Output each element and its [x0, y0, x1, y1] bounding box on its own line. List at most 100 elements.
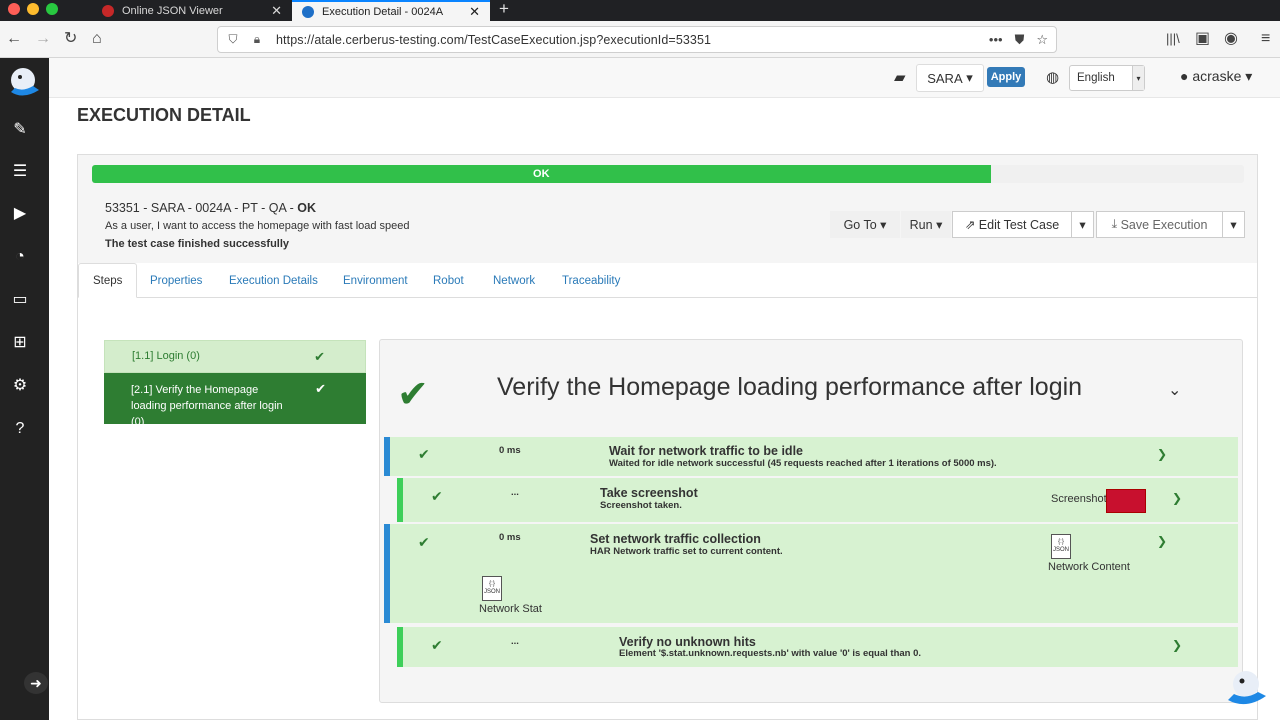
forward-arrow-icon[interactable]: →	[35, 30, 51, 48]
run-label: Run	[909, 217, 933, 232]
save-execution-button[interactable]: ⤓ Save Execution	[1096, 211, 1223, 238]
new-tab-button[interactable]: +	[499, 0, 509, 18]
step-list-item-active[interactable]: [2.1] Verify the Homepage loading perfor…	[104, 373, 366, 428]
check-icon: ✔	[431, 488, 443, 504]
app-header: ▰ SARA ▾ Apply ◍ English ▾ ● acraske ▾	[49, 58, 1280, 98]
folder-icon[interactable]: ▰	[894, 68, 906, 86]
collapse-sidebar-button[interactable]: ➜	[24, 672, 48, 694]
chevron-down-icon: ▾	[1230, 218, 1237, 232]
json-label: JSON	[483, 589, 500, 595]
run-button[interactable]: Run ▾	[901, 211, 951, 238]
browser-tab-json-viewer[interactable]: Online JSON Viewer ✕	[92, 0, 292, 21]
shield-icon[interactable]: ⛉	[224, 32, 242, 47]
check-icon: ✔	[431, 637, 443, 653]
menu-icon[interactable]: ≡	[1261, 30, 1270, 48]
tab-robot[interactable]: Robot	[433, 263, 464, 298]
url-bar[interactable]: ⛉ 🔒︎ https://atale.cerberus-testing.com/…	[217, 26, 1057, 53]
close-window-button[interactable]	[8, 3, 20, 15]
action-row[interactable]: ✔ ... Verify no unknown hits Element '$.…	[397, 627, 1238, 667]
chevron-down-icon[interactable]: ⌄	[1168, 380, 1181, 400]
step-title: Verify the Homepage loading performance …	[497, 373, 1083, 401]
system-select[interactable]: SARA ▾	[916, 64, 984, 92]
action-row[interactable]: ✔ 0 ms Set network traffic collection HA…	[384, 524, 1238, 623]
chevron-down-icon: ▾	[1079, 218, 1086, 232]
apply-button[interactable]: Apply	[987, 67, 1025, 87]
chevron-down-icon[interactable]: ❯	[1172, 491, 1182, 505]
minimize-window-button[interactable]	[27, 3, 39, 15]
bookmark-star-icon[interactable]: ☆	[1036, 32, 1048, 48]
reload-icon[interactable]: ↻	[64, 30, 77, 48]
save-dropdown-toggle[interactable]: ▾	[1222, 211, 1245, 238]
tab-environment[interactable]: Environment	[343, 263, 408, 298]
account-icon[interactable]: ◉	[1224, 30, 1238, 48]
edit-test-case-button[interactable]: ⇗ Edit Test Case	[952, 211, 1072, 238]
check-icon: ✔	[418, 446, 430, 462]
url-text[interactable]: https://atale.cerberus-testing.com/TestC…	[276, 33, 711, 47]
cerberus-icon	[302, 5, 314, 18]
database-icon[interactable]: ☰	[10, 162, 30, 182]
chevron-down-icon: ▾	[1132, 66, 1144, 90]
step-list: [1.1] Login (0) ✔ [2.1] Verify the Homep…	[104, 340, 366, 428]
browser-nav-bar: ← → ↻ ⌂ ⛉ 🔒︎ https://atale.cerberus-test…	[0, 21, 1280, 58]
network-content-link[interactable]: Network Content	[1048, 561, 1130, 573]
help-icon[interactable]: ?	[10, 419, 30, 439]
page-title: EXECUTION DETAIL	[77, 105, 251, 125]
close-icon[interactable]: ✕	[271, 3, 282, 19]
chevron-down-icon[interactable]: ❯	[1157, 447, 1167, 461]
more-icon[interactable]: •••	[989, 32, 1003, 48]
json-file-icon[interactable]: {:} JSON	[1051, 534, 1071, 559]
edit-dropdown-toggle[interactable]: ▾	[1071, 211, 1094, 238]
tab-network[interactable]: Network	[493, 263, 535, 298]
action-duration: 0 ms	[499, 532, 521, 543]
globe-icon[interactable]: ◍	[1046, 68, 1059, 86]
pocket-icon[interactable]: ⛊	[1015, 32, 1025, 48]
cerberus-mascot-icon[interactable]	[1222, 664, 1270, 708]
action-row[interactable]: ✔ 0 ms Wait for network traffic to be id…	[384, 437, 1238, 476]
detail-tabs: Steps Properties Execution Details Envir…	[78, 263, 1257, 298]
execution-summary: OK 53351 - SARA - 0024A - PT - QA - OK A…	[78, 155, 1257, 263]
language-select[interactable]: English ▾	[1069, 65, 1145, 91]
check-icon: ✔	[315, 381, 326, 396]
maximize-window-button[interactable]	[46, 3, 58, 15]
goto-button[interactable]: Go To ▾	[830, 211, 900, 238]
action-row[interactable]: ✔ ... Take screenshot Screenshot taken. …	[397, 478, 1238, 522]
action-message: Element '$.stat.unknown.requests.nb' wit…	[619, 648, 922, 659]
download-icon: ⤓	[1111, 217, 1118, 231]
network-stat-link[interactable]: Network Stat	[479, 603, 542, 615]
step-list-item[interactable]: [1.1] Login (0) ✔	[104, 340, 366, 373]
progress-bar: OK	[92, 165, 1244, 183]
execution-description: As a user, I want to access the homepage…	[105, 220, 410, 232]
tab-execution-details[interactable]: Execution Details	[229, 263, 318, 298]
back-arrow-icon[interactable]: ←	[6, 30, 22, 48]
check-icon: ✔	[418, 534, 430, 550]
browser-tab-execution-detail[interactable]: Execution Detail - 0024A ✕	[292, 0, 490, 21]
user-menu[interactable]: ● acraske ▾	[1180, 68, 1252, 85]
play-icon[interactable]: ▶	[10, 204, 30, 224]
pie-chart-icon[interactable]: ◔	[10, 247, 30, 267]
library-icon[interactable]: |||\	[1166, 30, 1180, 48]
tab-traceability[interactable]: Traceability	[562, 263, 620, 298]
lock-icon[interactable]: 🔒︎	[248, 32, 266, 47]
home-icon[interactable]: ⌂	[92, 30, 102, 48]
cogs-icon[interactable]: ⚙	[10, 376, 30, 396]
close-icon[interactable]: ✕	[469, 4, 480, 20]
sidebar-icon[interactable]: ▣	[1195, 30, 1210, 48]
progress-bar-fill: OK	[92, 165, 991, 183]
laptop-icon[interactable]: ▭	[10, 290, 30, 310]
step-label: [2.1] Verify the Homepage loading perfor…	[131, 384, 283, 428]
action-status-bar	[397, 627, 403, 667]
edit-icon[interactable]: ✎	[10, 120, 30, 140]
chevron-down-icon[interactable]: ❯	[1172, 638, 1182, 652]
sitemap-icon[interactable]: ⊞	[10, 333, 30, 353]
action-status-bar	[384, 524, 390, 623]
check-icon: ✔	[314, 349, 325, 364]
chevron-down-icon[interactable]: ❯	[1157, 534, 1167, 548]
screenshot-label[interactable]: Screenshot	[1051, 493, 1107, 505]
action-status-bar	[384, 437, 390, 476]
tab-steps[interactable]: Steps	[78, 263, 138, 298]
tab-properties[interactable]: Properties	[150, 263, 202, 298]
screenshot-thumbnail[interactable]	[1106, 489, 1146, 513]
json-file-icon[interactable]: {:} JSON	[482, 576, 502, 601]
cerberus-logo-icon[interactable]	[3, 62, 43, 102]
execution-id: 53351 - SARA - 0024A - PT - QA -	[105, 201, 298, 215]
